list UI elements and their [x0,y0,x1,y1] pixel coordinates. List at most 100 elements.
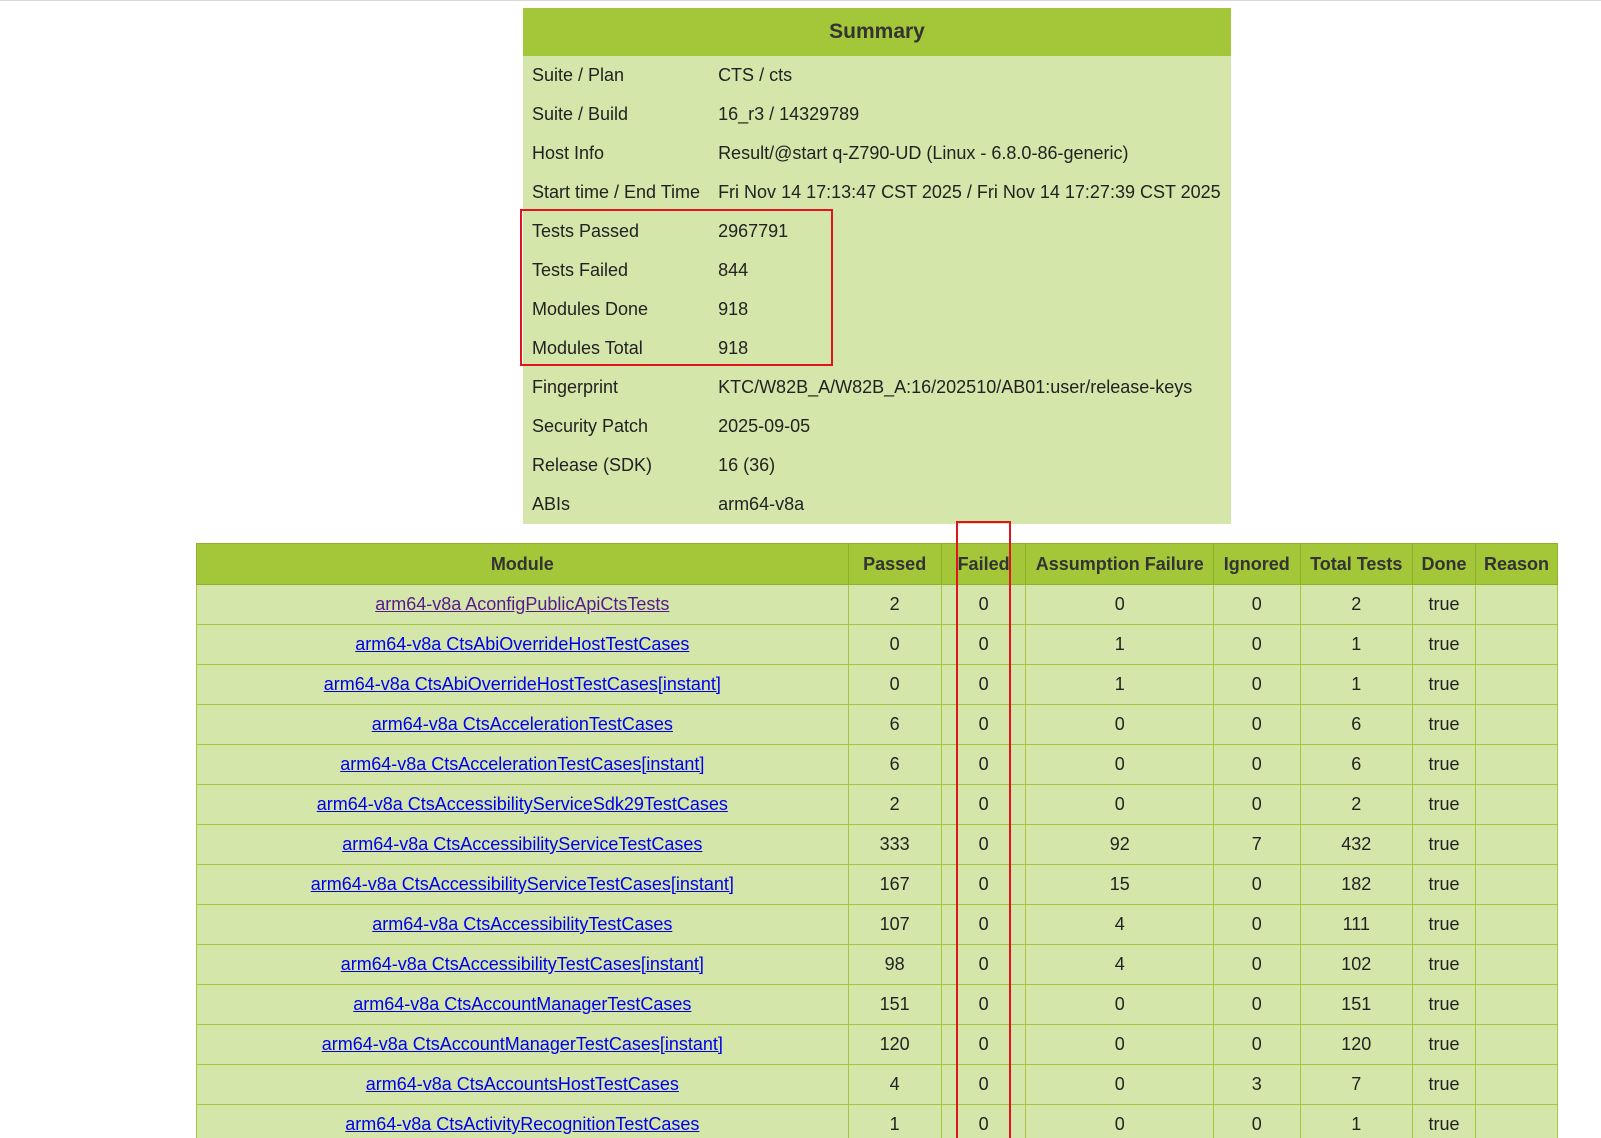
failed-cell: 0 [940,584,1027,625]
passed-cell: 333 [847,824,942,865]
assumption-failure-cell: 1 [1025,664,1215,705]
passed-cell: 98 [847,944,942,985]
passed-cell: 120 [847,1024,942,1065]
reason-cell [1474,1104,1559,1138]
summary-value: 918 [718,299,749,319]
ignored-cell: 0 [1213,1024,1301,1065]
ignored-cell: 0 [1213,944,1301,985]
module-link[interactable]: arm64-v8a CtsAccountsHostTestCases [366,1074,679,1094]
header-failed: Failed [940,543,1027,585]
assumption-failure-cell: 0 [1025,1104,1215,1138]
assumption-failure-cell: 1 [1025,624,1215,665]
assumption-failure-cell: 0 [1025,1024,1215,1065]
header-passed: Passed [847,543,942,585]
total-tests-cell: 2 [1299,584,1414,625]
reason-cell [1474,824,1559,865]
module-link[interactable]: arm64-v8a CtsAccessibilityServiceTestCas… [311,874,734,894]
done-cell: true [1412,1104,1476,1138]
module-link[interactable]: arm64-v8a CtsAccessibilityServiceSdk29Te… [317,794,728,814]
header-done: Done [1412,543,1476,585]
module-link[interactable]: arm64-v8a CtsAccelerationTestCases [372,714,673,734]
header-assumption-failure: Assumption Failure [1025,543,1215,585]
module-link[interactable]: arm64-v8a CtsActivityRecognitionTestCase… [345,1114,699,1134]
passed-cell: 2 [847,784,942,825]
module-cell: arm64-v8a CtsAccessibilityServiceSdk29Te… [196,784,849,825]
table-row: arm64-v8a AconfigPublicApiCtsTests 2 0 0 0 2 t… [196,584,1559,625]
module-link[interactable]: arm64-v8a CtsAbiOverrideHostTestCases [355,634,689,654]
failed-cell: 0 [940,1064,1027,1105]
ignored-cell: 3 [1213,1064,1301,1105]
summary-label: Fingerprint [532,377,619,397]
done-cell: true [1412,744,1476,785]
module-link[interactable]: arm64-v8a AconfigPublicApiCtsTests [375,594,669,614]
summary-row: Suite / Plan CTS / cts [523,56,1231,95]
module-cell: arm64-v8a CtsAccountManagerTestCases[ins… [196,1024,849,1065]
failed-cell: 0 [940,1104,1027,1138]
module-cell: arm64-v8a CtsAccelerationTestCases[insta… [196,744,849,785]
summary-row: Release (SDK) 16 (36) [523,446,1231,485]
module-cell: arm64-v8a CtsAccountsHostTestCases [196,1064,849,1105]
summary-label: ABIs [532,494,571,514]
ignored-cell: 7 [1213,824,1301,865]
module-link[interactable]: arm64-v8a CtsAccountManagerTestCases[ins… [322,1034,723,1054]
header-ignored: Ignored [1213,543,1301,585]
done-cell: true [1412,784,1476,825]
assumption-failure-cell: 0 [1025,1064,1215,1105]
module-link[interactable]: arm64-v8a CtsAccessibilityTestCases[inst… [341,954,704,974]
reason-cell [1474,704,1559,745]
assumption-failure-cell: 15 [1025,864,1215,905]
header-total-tests: Total Tests [1299,543,1414,585]
failed-cell: 0 [940,864,1027,905]
summary-row: ABIs arm64-v8a [523,485,1231,524]
assumption-failure-cell: 0 [1025,784,1215,825]
done-cell: true [1412,864,1476,905]
total-tests-cell: 1 [1299,664,1414,705]
summary-label: Modules Total [532,338,643,358]
ignored-cell: 0 [1213,624,1301,665]
table-row: arm64-v8a CtsAccessibilityTestCases[inst… [196,944,1559,985]
failed-cell: 0 [940,664,1027,705]
summary-label: Modules Done [532,299,649,319]
results-page: Summary Suite / Plan CTS / cts Suite / Bui… [0,0,1601,1138]
total-tests-cell: 2 [1299,784,1414,825]
ignored-cell: 0 [1213,744,1301,785]
failed-cell: 0 [940,1024,1027,1065]
table-row: arm64-v8a CtsAccessibilityServiceTestCas… [196,824,1559,865]
module-link[interactable]: arm64-v8a CtsAccessibilityTestCases [372,914,672,934]
summary-title: Summary [523,8,1231,56]
failed-cell: 0 [940,904,1027,945]
module-cell: arm64-v8a CtsAccessibilityServiceTestCas… [196,864,849,905]
assumption-failure-cell: 0 [1025,984,1215,1025]
done-cell: true [1412,904,1476,945]
header-module: Module [196,543,849,585]
summary-label: Tests Failed [532,260,629,280]
summary-label: Suite / Build [532,104,629,124]
reason-cell [1474,744,1559,785]
total-tests-cell: 432 [1299,824,1414,865]
reason-cell [1474,664,1559,705]
summary-value: 16_r3 / 14329789 [718,104,860,124]
module-link[interactable]: arm64-v8a CtsAccountManagerTestCases [353,994,691,1014]
done-cell: true [1412,824,1476,865]
ignored-cell: 0 [1213,904,1301,945]
summary-value: 2025-09-05 [718,416,811,436]
assumption-failure-cell: 0 [1025,744,1215,785]
summary-label: Release (SDK) [532,455,653,475]
reason-cell [1474,1024,1559,1065]
summary-row: Modules Total 918 [523,329,1231,368]
total-tests-cell: 1 [1299,1104,1414,1138]
ignored-cell: 0 [1213,1104,1301,1138]
module-table: Module Passed Failed Assumption Failure … [196,543,1559,1138]
done-cell: true [1412,984,1476,1025]
ignored-cell: 0 [1213,664,1301,705]
summary-row: Host Info Result/@start q-Z790-UD (Linux … [523,134,1231,173]
summary-body: Suite / Plan CTS / cts Suite / Build 16_r3 … [523,56,1231,524]
failed-cell: 0 [940,744,1027,785]
module-link[interactable]: arm64-v8a CtsAccelerationTestCases[insta… [340,754,704,774]
done-cell: true [1412,704,1476,745]
header-reason: Reason [1474,543,1559,585]
table-row: arm64-v8a CtsAccountsHostTestCases 4 0 0 3 7 t… [196,1064,1559,1105]
failed-cell: 0 [940,624,1027,665]
module-link[interactable]: arm64-v8a CtsAccessibilityServiceTestCas… [342,834,702,854]
module-link[interactable]: arm64-v8a CtsAbiOverrideHostTestCases[in… [324,674,721,694]
